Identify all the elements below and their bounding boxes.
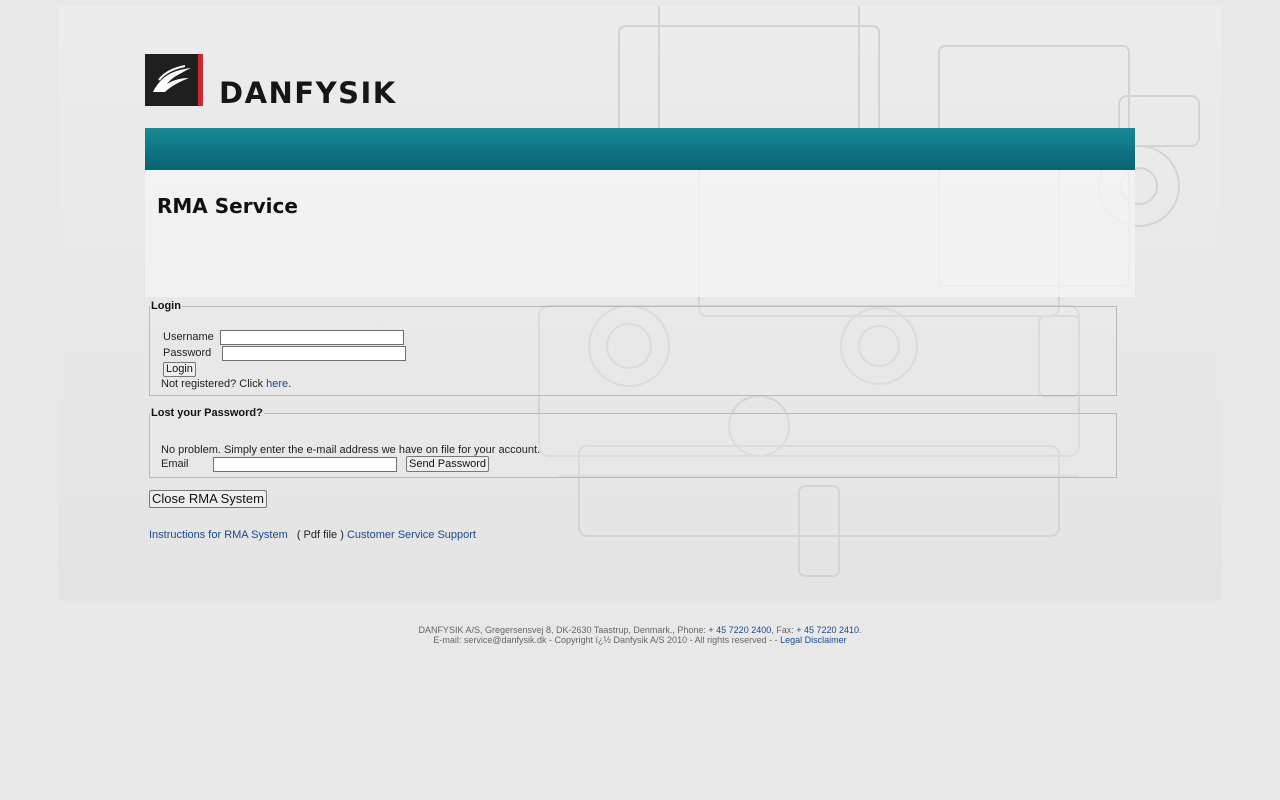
logo-mark-icon	[145, 54, 203, 106]
help-links: Instructions for RMA System ( Pdf file )…	[149, 529, 476, 541]
email-input[interactable]	[213, 457, 397, 472]
footer-line1-suffix: .	[859, 625, 862, 635]
footer-phone: + 45 7220 2400	[708, 625, 772, 635]
email-label: Email	[161, 458, 189, 470]
login-fieldset: Login Username Password Login Not regist…	[149, 300, 1117, 396]
footer-address: DANFYSIK A/S, Gregersensvej 8, DK-2630 T…	[418, 625, 709, 635]
register-link[interactable]: here	[266, 378, 288, 390]
lost-password-fieldset: Lost your Password? No problem. Simply e…	[149, 407, 1117, 478]
page-title: RMA Service	[157, 194, 298, 218]
lost-password-legend: Lost your Password?	[151, 407, 263, 419]
password-label: Password	[163, 347, 212, 359]
title-panel: RMA Service	[145, 170, 1135, 297]
footer-address-line: DANFYSIK A/S, Gregersensvej 8, DK-2630 T…	[0, 625, 1280, 635]
username-input[interactable]	[220, 330, 404, 345]
footer: DANFYSIK A/S, Gregersensvej 8, DK-2630 T…	[0, 625, 1280, 645]
lost-password-description: No problem. Simply enter the e-mail addr…	[161, 444, 541, 456]
username-label: Username	[163, 331, 214, 343]
register-suffix: .	[288, 378, 292, 390]
pdf-note: ( Pdf file )	[296, 529, 344, 541]
customer-support-link[interactable]: Customer Service Support	[347, 529, 476, 541]
register-prefix: Not registered? Click	[161, 378, 264, 390]
footer-fax: + 45 7220 2410	[796, 625, 860, 635]
instructions-link[interactable]: Instructions for RMA System	[149, 529, 288, 541]
send-password-button[interactable]: Send Password	[406, 456, 490, 472]
header-bar	[145, 128, 1135, 170]
footer-copyright: E-mail: service@danfysik.dk - Copyright …	[433, 635, 781, 645]
legal-disclaimer-link[interactable]: Legal Disclaimer	[780, 635, 847, 645]
password-input[interactable]	[222, 346, 406, 361]
footer-fax-label: , Fax:	[771, 625, 797, 635]
login-button[interactable]: Login	[163, 362, 196, 377]
login-legend: Login	[151, 300, 181, 312]
register-text: Not registered? Click here.	[161, 378, 291, 390]
brand-name: DANFYSIK	[219, 76, 397, 110]
page-container: DANFYSIK RMA Service Login Username Pass…	[59, 6, 1221, 601]
close-rma-button[interactable]: Close RMA System	[149, 490, 267, 508]
footer-copyright-line: E-mail: service@danfysik.dk - Copyright …	[0, 635, 1280, 645]
